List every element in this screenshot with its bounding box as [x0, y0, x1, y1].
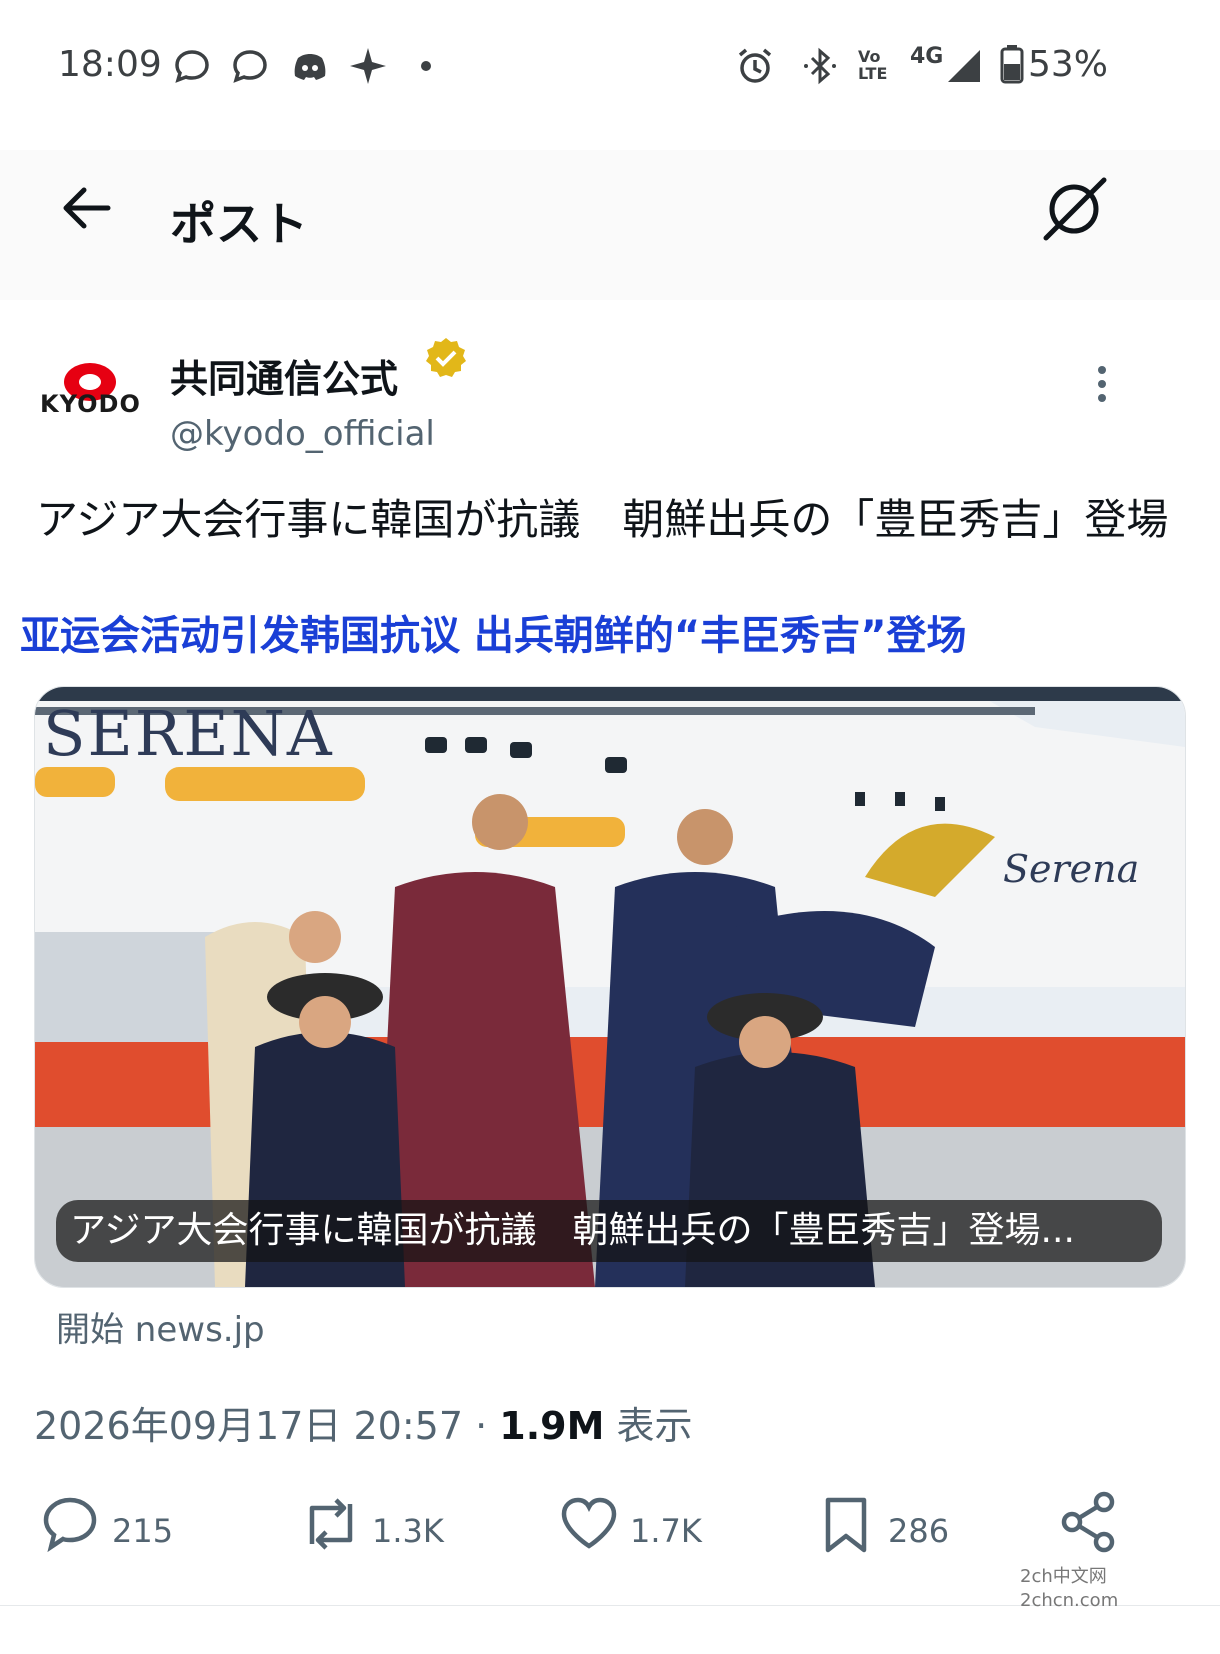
avatar[interactable]: KYODO	[40, 350, 140, 450]
dot-icon	[421, 61, 431, 71]
heart-icon[interactable]	[558, 1494, 620, 1554]
card-caption: アジア大会行事に韓国が抗議 朝鮮出兵の「豊臣秀吉」登場...	[56, 1200, 1162, 1262]
tweet-meta: 2026年09月17日 20:57 · 1.9M 表示	[34, 1395, 693, 1450]
account-name[interactable]: 共同通信公式	[170, 348, 398, 403]
verified-badge-icon	[426, 338, 466, 377]
status-bar: 18:09 Vo LTE 4G 53%	[0, 0, 1220, 140]
translation-overlay: 亚运会活动引发韩国抗议 出兵朝鲜的“丰臣秀吉”登场	[20, 613, 967, 659]
like-count[interactable]: 1.7K	[630, 1512, 702, 1550]
chat-bubble-icon	[175, 50, 209, 83]
slash-circle-icon[interactable]	[1040, 176, 1110, 242]
more-options-icon[interactable]	[1094, 364, 1110, 404]
alarm-icon	[738, 48, 772, 83]
link-card[interactable]: SERENA Serena	[34, 686, 1186, 1288]
tweet-datetime: 2026年09月17日 20:57	[34, 1404, 464, 1448]
avatar-label: KYODO	[40, 390, 141, 418]
retweet-count[interactable]: 1.3K	[372, 1512, 444, 1550]
meta-separator: ·	[475, 1404, 488, 1448]
ship-name: SERENA	[43, 697, 334, 770]
card-photo	[35, 687, 1185, 1287]
watermark: 2ch中文网 2chcn.com	[1020, 1565, 1118, 1613]
view-label: 表示	[616, 1404, 693, 1448]
status-time: 18:09	[58, 44, 162, 85]
share-icon[interactable]	[1058, 1490, 1120, 1554]
bookmark-icon[interactable]	[820, 1494, 872, 1556]
volte-icon: Vo LTE	[858, 47, 888, 83]
card-source[interactable]: 開始 news.jp	[56, 1302, 265, 1351]
retweet-icon[interactable]	[298, 1494, 364, 1554]
network-type: 4G	[910, 44, 944, 69]
watermark-line1: 2ch中文网	[1020, 1566, 1107, 1587]
battery-icon	[1000, 45, 1024, 84]
bookmark-count[interactable]: 286	[888, 1512, 949, 1550]
watermark-line2: 2chcn.com	[1020, 1590, 1119, 1611]
discord-icon	[294, 54, 326, 80]
chat-bubble-icon	[233, 50, 267, 83]
arrow-left-icon[interactable]	[60, 186, 112, 230]
account-handle[interactable]: @kyodo_official	[170, 414, 435, 454]
signal-icon	[948, 50, 980, 82]
battery-percent: 53%	[1028, 44, 1109, 85]
bluetooth-icon	[804, 47, 836, 85]
page-title: ポスト	[170, 197, 308, 251]
tweet-text: アジア大会行事に韓国が抗議 朝鮮出兵の「豊臣秀吉」登場	[36, 495, 1169, 544]
ship-logo: Serena	[1003, 847, 1140, 891]
sparkle-icon	[350, 48, 386, 84]
reply-icon[interactable]	[40, 1494, 100, 1554]
view-count: 1.9M	[499, 1404, 605, 1448]
reply-count[interactable]: 215	[112, 1512, 173, 1550]
